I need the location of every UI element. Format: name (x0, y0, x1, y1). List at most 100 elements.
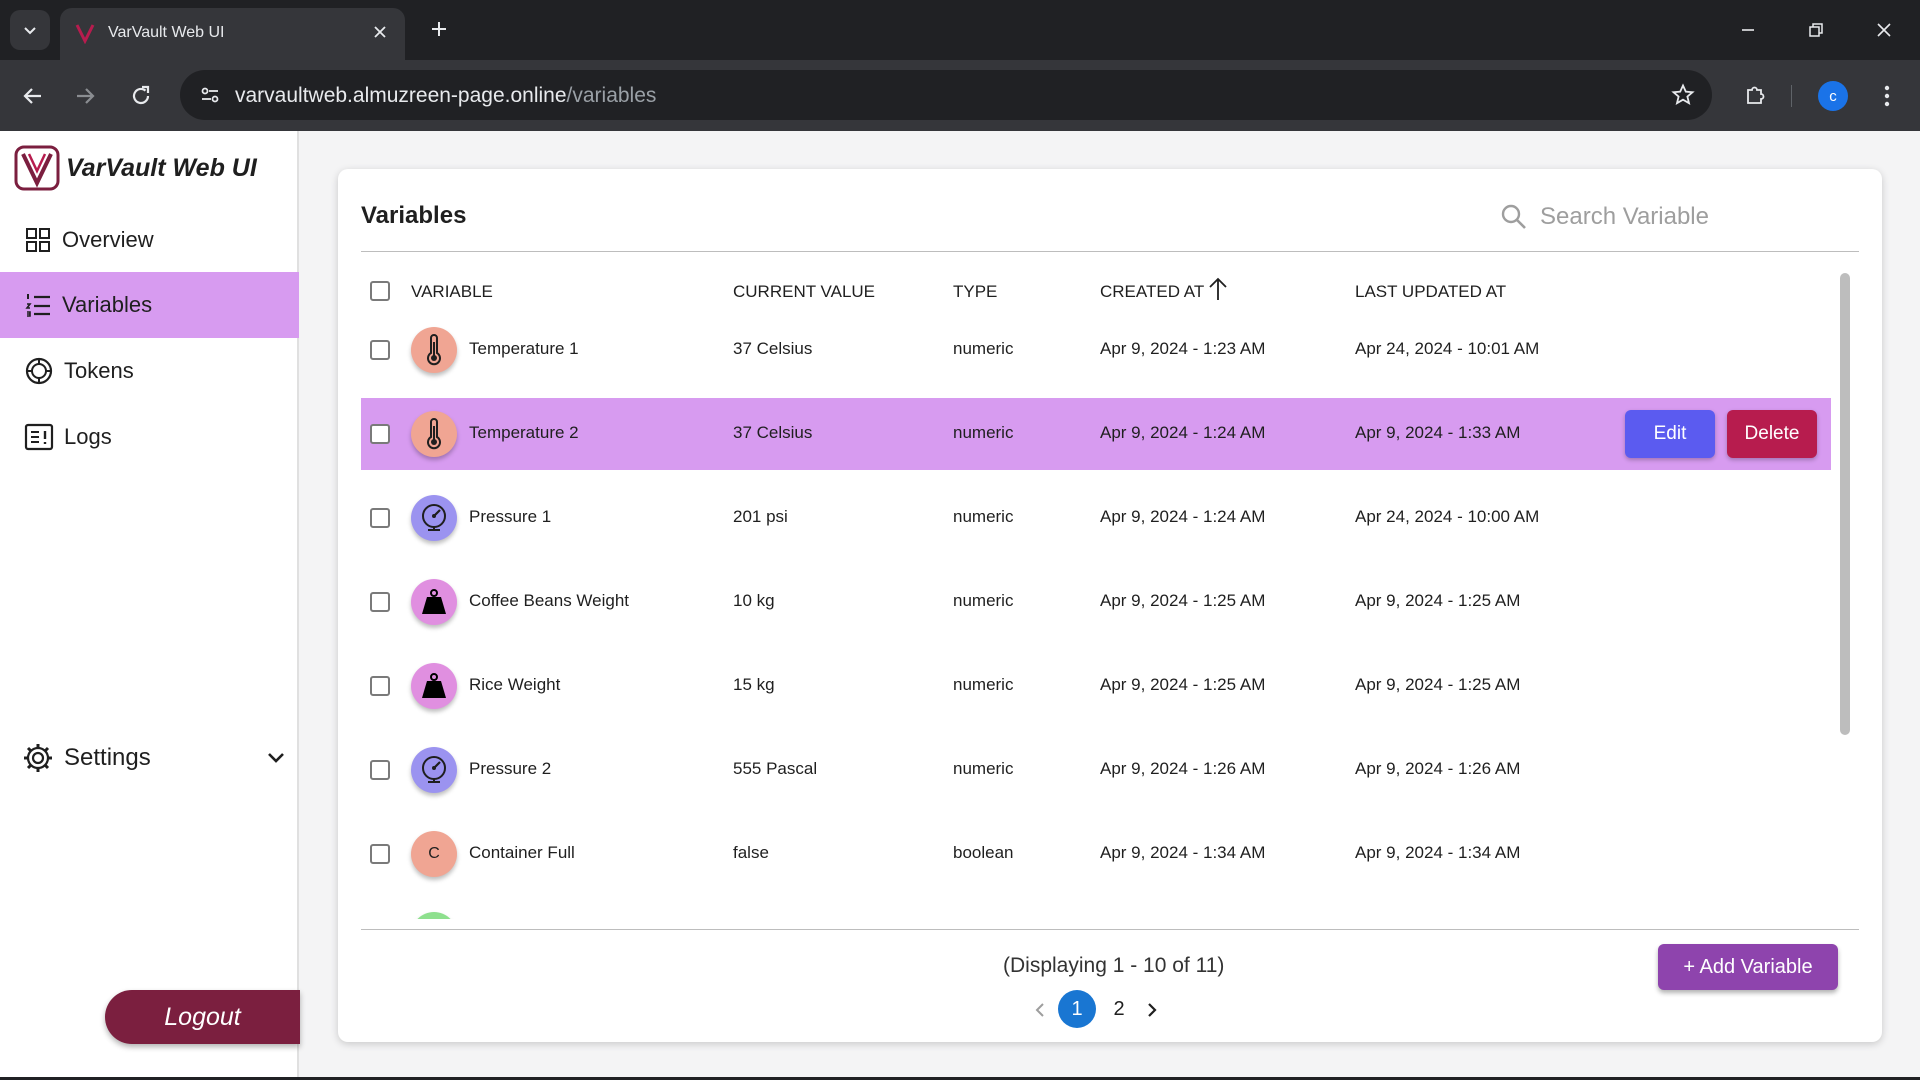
sidebar-item-tokens[interactable]: Tokens (0, 338, 299, 404)
current-value: 37 Celsius (733, 423, 813, 442)
restore-button[interactable] (1796, 12, 1836, 48)
table-row[interactable]: Coffee Beans Weight 10 kg numeric Apr 9,… (361, 566, 1831, 638)
sidebar-item-logs[interactable]: Logs (0, 404, 299, 470)
tab-close-icon[interactable] (367, 19, 393, 45)
column-last-updated-at[interactable]: LAST UPDATED AT (1355, 282, 1506, 302)
chevron-left-icon (1035, 1003, 1044, 1017)
select-all-checkbox[interactable] (370, 281, 390, 301)
current-value: 555 Pascal (733, 759, 818, 778)
gauge-icon (411, 747, 457, 793)
variable-name: Container Full (469, 843, 575, 862)
table-row[interactable]: Temperature 2 37 Celsius numeric Apr 9, … (361, 398, 1831, 470)
variable-name: Pressure 2 (469, 759, 552, 778)
row-checkbox[interactable] (370, 592, 390, 612)
reload-button[interactable] (122, 77, 160, 115)
toolbar-separator (1791, 85, 1792, 107)
sidebar-item-overview[interactable]: Overview (0, 207, 299, 273)
divider (361, 251, 1859, 252)
divider (361, 929, 1859, 930)
minimize-button[interactable] (1728, 12, 1768, 48)
search-input[interactable] (1540, 197, 1840, 237)
table-row[interactable]: C Container Full false boolean Apr 9, 20… (361, 818, 1831, 890)
browser-menu-button[interactable] (1870, 78, 1904, 114)
last-updated-at: Apr 24, 2024 - 10:00 AM (1355, 507, 1540, 526)
current-value: 37 Celsius (733, 339, 813, 358)
next-page-button[interactable] (1140, 998, 1164, 1022)
row-checkbox[interactable] (370, 424, 390, 444)
logout-button[interactable]: Logout (105, 990, 300, 1044)
close-icon (1877, 23, 1891, 37)
column-created-at[interactable]: CREATED AT (1100, 282, 1204, 302)
column-variable[interactable]: VARIABLE (411, 282, 493, 302)
extensions-button[interactable] (1736, 76, 1774, 114)
url-text: varvaultweb.almuzreen-page.online/variab… (235, 84, 656, 108)
sidebar-item-label: Overview (62, 227, 154, 252)
delete-button[interactable]: Delete (1727, 410, 1817, 458)
brand-name: VarVault Web UI (66, 153, 257, 182)
variable-name: Temperature 1 (469, 339, 579, 358)
sidebar-settings[interactable]: Settings (0, 733, 299, 783)
forward-button[interactable] (66, 77, 104, 115)
row-checkbox[interactable] (370, 760, 390, 780)
row-checkbox[interactable] (370, 676, 390, 696)
varvault-favicon-icon (75, 24, 95, 44)
arrow-right-icon (77, 88, 95, 104)
table-row[interactable]: Pressure 1 201 psi numeric Apr 9, 2024 -… (361, 482, 1831, 554)
created-at: Apr 9, 2024 - 1:23 AM (1100, 339, 1266, 358)
token-icon (25, 357, 53, 385)
page-button-2[interactable]: 2 (1100, 990, 1138, 1028)
avatar (411, 912, 457, 919)
search-box[interactable] (1500, 197, 1850, 237)
table-row[interactable] (361, 902, 1831, 919)
variable-name: Rice Weight (469, 675, 561, 694)
column-type[interactable]: TYPE (953, 282, 997, 302)
current-value: false (733, 843, 769, 862)
page-title: Variables (361, 202, 467, 229)
sort-ascending-icon[interactable] (1206, 276, 1230, 302)
table-row[interactable]: Rice Weight 15 kg numeric Apr 9, 2024 - … (361, 650, 1831, 722)
variable-type: numeric (953, 507, 1014, 526)
brand[interactable]: VarVault Web UI (14, 145, 257, 191)
table-row[interactable]: Pressure 2 555 Pascal numeric Apr 9, 202… (361, 734, 1831, 806)
page-button-1[interactable]: 1 (1058, 990, 1096, 1028)
row-checkbox[interactable] (370, 340, 390, 360)
url-path: /variables (566, 84, 657, 107)
minimize-icon (1742, 29, 1754, 31)
close-window-button[interactable] (1864, 12, 1904, 48)
last-updated-at: Apr 9, 2024 - 1:26 AM (1355, 759, 1521, 778)
weight-icon (411, 663, 457, 709)
sidebar-item-label: Variables (62, 292, 153, 317)
table-row[interactable]: Temperature 1 37 Celsius numeric Apr 9, … (361, 314, 1831, 386)
back-button[interactable] (14, 77, 52, 115)
address-bar[interactable]: varvaultweb.almuzreen-page.online/variab… (180, 70, 1712, 120)
tab-search-button[interactable] (10, 10, 50, 50)
sidebar-item-variables[interactable]: Variables (0, 272, 299, 338)
varvault-logo-icon (14, 145, 60, 191)
edit-button[interactable]: Edit (1625, 410, 1715, 458)
site-info-icon[interactable] (192, 78, 228, 112)
new-tab-button[interactable] (424, 14, 454, 44)
prev-page-button[interactable] (1028, 998, 1052, 1022)
row-checkbox[interactable] (370, 508, 390, 528)
browser-tabstrip: VarVault Web UI (0, 0, 1920, 60)
pagination-summary: (Displaying 1 - 10 of 11) (1003, 954, 1225, 977)
variable-type: numeric (953, 675, 1014, 694)
variable-name: Coffee Beans Weight (469, 591, 630, 610)
last-updated-at: Apr 9, 2024 - 1:25 AM (1355, 591, 1521, 610)
column-current-value[interactable]: CURRENT VALUE (733, 282, 875, 302)
chevron-down-icon (268, 753, 284, 763)
row-checkbox[interactable] (370, 844, 390, 864)
variable-type: numeric (953, 759, 1014, 778)
sidebar: VarVault Web UI Overview Variables Token… (0, 131, 300, 1080)
search-icon (1501, 204, 1526, 229)
table-scrollbar[interactable] (1840, 273, 1850, 735)
current-value: 10 kg (733, 591, 775, 610)
settings-label: Settings (64, 744, 151, 771)
browser-tab[interactable]: VarVault Web UI (60, 8, 405, 60)
created-at: Apr 9, 2024 - 1:25 AM (1100, 675, 1266, 694)
bookmark-star-icon[interactable] (1668, 80, 1698, 110)
add-variable-button[interactable]: + Add Variable (1658, 944, 1838, 990)
variable-type: numeric (953, 423, 1014, 442)
created-at: Apr 9, 2024 - 1:26 AM (1100, 759, 1266, 778)
profile-avatar[interactable]: c (1818, 81, 1848, 111)
